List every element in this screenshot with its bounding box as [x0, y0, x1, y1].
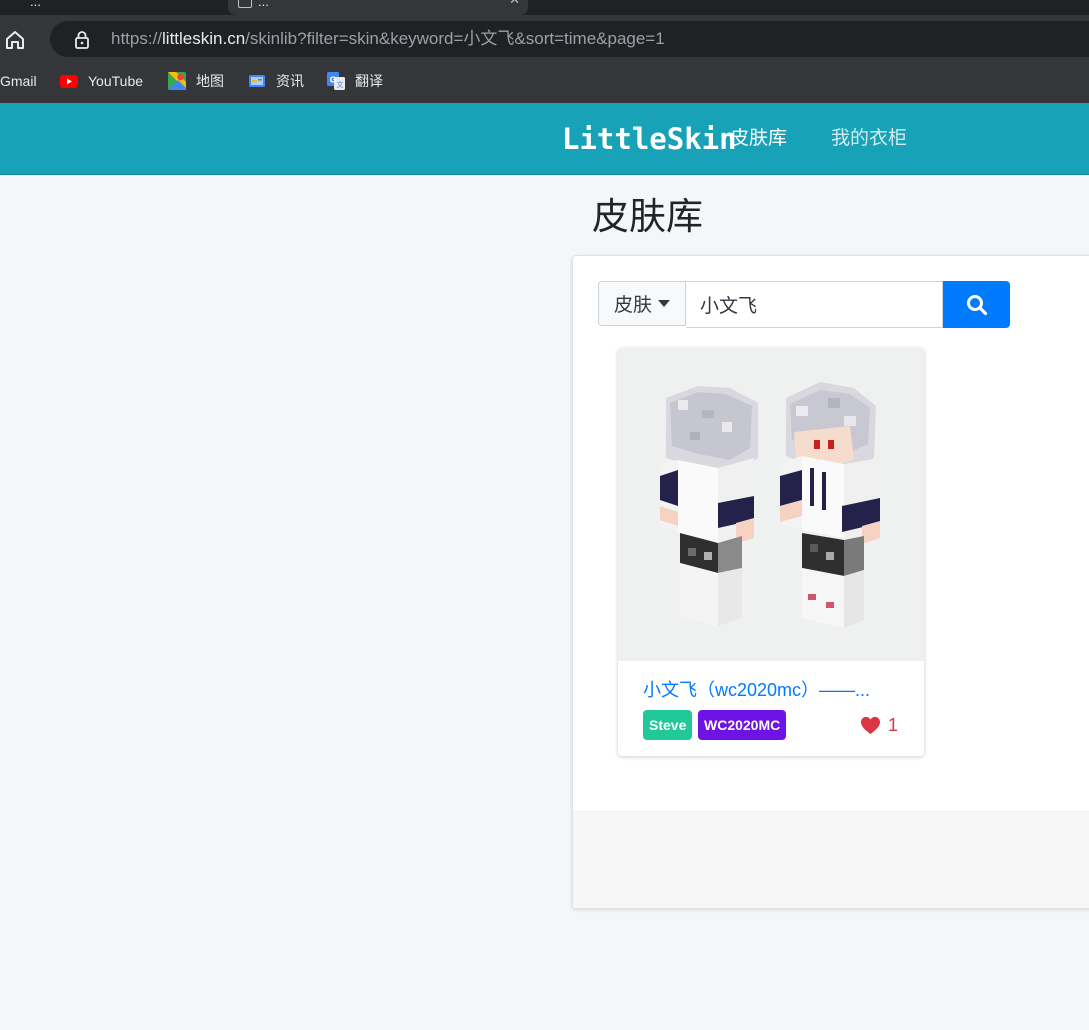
search-button[interactable]	[943, 281, 1010, 328]
search-bar: 皮肤	[598, 281, 1010, 328]
filter-label: 皮肤	[613, 295, 652, 316]
bookmark-gmail[interactable]: Gmail	[0, 65, 37, 97]
nav-closet[interactable]: 我的衣柜	[831, 127, 907, 151]
svg-text:G: G	[330, 76, 337, 85]
card-footer	[573, 811, 1089, 908]
translate-icon: G 文	[327, 72, 345, 90]
bookmark-maps[interactable]: 地图	[168, 65, 224, 97]
skin-name-link[interactable]: 小文飞（wc2020mc）——...	[643, 679, 898, 701]
search-input[interactable]	[686, 281, 943, 328]
site-brand[interactable]: LittleSkin	[562, 122, 737, 156]
maps-icon	[168, 72, 186, 90]
news-icon	[248, 72, 266, 90]
lock-icon[interactable]	[72, 30, 92, 50]
skin-result-card[interactable]: 小文飞（wc2020mc）——... Steve WC2020MC 1	[618, 348, 924, 756]
address-bar-row: https://littleskin.cn/skinlib?filter=ski…	[0, 15, 1089, 65]
bookmark-youtube[interactable]: YouTube	[60, 65, 143, 97]
youtube-icon	[60, 74, 78, 88]
bookmark-label: 翻译	[355, 73, 383, 89]
bookmark-label: YouTube	[88, 73, 144, 89]
bookmark-news[interactable]: 资讯	[248, 65, 304, 97]
bookmark-label: 地图	[196, 73, 224, 89]
site-navbar: LittleSkin 皮肤库 我的衣柜	[0, 103, 1089, 175]
tab-title: ...	[258, 0, 269, 9]
bookmark-label: 资讯	[276, 73, 304, 89]
like-count-value: 1	[888, 715, 899, 735]
skin-preview-image[interactable]	[618, 348, 924, 661]
bookmark-label: Gmail	[0, 73, 37, 89]
close-icon[interactable]: ✕	[509, 0, 520, 6]
uploader-badge[interactable]: WC2020MC	[698, 710, 787, 740]
model-badge[interactable]: Steve	[643, 710, 693, 740]
url-host: littleskin.cn	[162, 29, 246, 48]
browser-tab-active[interactable]: ... ✕	[228, 0, 528, 15]
page-icon	[238, 0, 252, 8]
browser-tab[interactable]	[538, 0, 558, 15]
skinlib-card: 皮肤 小文飞 小文飞（wc2020mc）——... Steve WC2020MC…	[572, 255, 1089, 909]
svg-text:文: 文	[337, 80, 344, 89]
heart-icon	[861, 716, 880, 735]
url-text[interactable]: https://littleskin.cn/skinlib?filter=ski…	[111, 29, 665, 49]
url-scheme: https://	[111, 29, 163, 48]
url-path: /skinlib?filter=skin&keyword=小文飞&sort=ti…	[245, 29, 665, 48]
home-icon	[6, 31, 24, 49]
browser-tab-strip: ... ... ✕	[0, 0, 1089, 15]
browser-tab[interactable]: ...	[0, 0, 220, 15]
filter-dropdown[interactable]: 皮肤	[598, 281, 686, 326]
tab-title: ...	[30, 0, 41, 9]
caret-down-icon	[658, 300, 670, 307]
search-icon	[966, 294, 987, 315]
address-bar[interactable]: https://littleskin.cn/skinlib?filter=ski…	[50, 21, 1089, 57]
page-title: 皮肤库	[592, 196, 703, 237]
bookmark-translate[interactable]: G 文 翻译	[327, 65, 383, 97]
nav-skinlib[interactable]: 皮肤库	[730, 127, 787, 151]
home-button[interactable]	[2, 27, 28, 53]
like-count[interactable]: 1	[860, 715, 898, 736]
bookmarks-bar: Gmail YouTube 地图 资讯 G 文 翻译	[0, 65, 1089, 103]
